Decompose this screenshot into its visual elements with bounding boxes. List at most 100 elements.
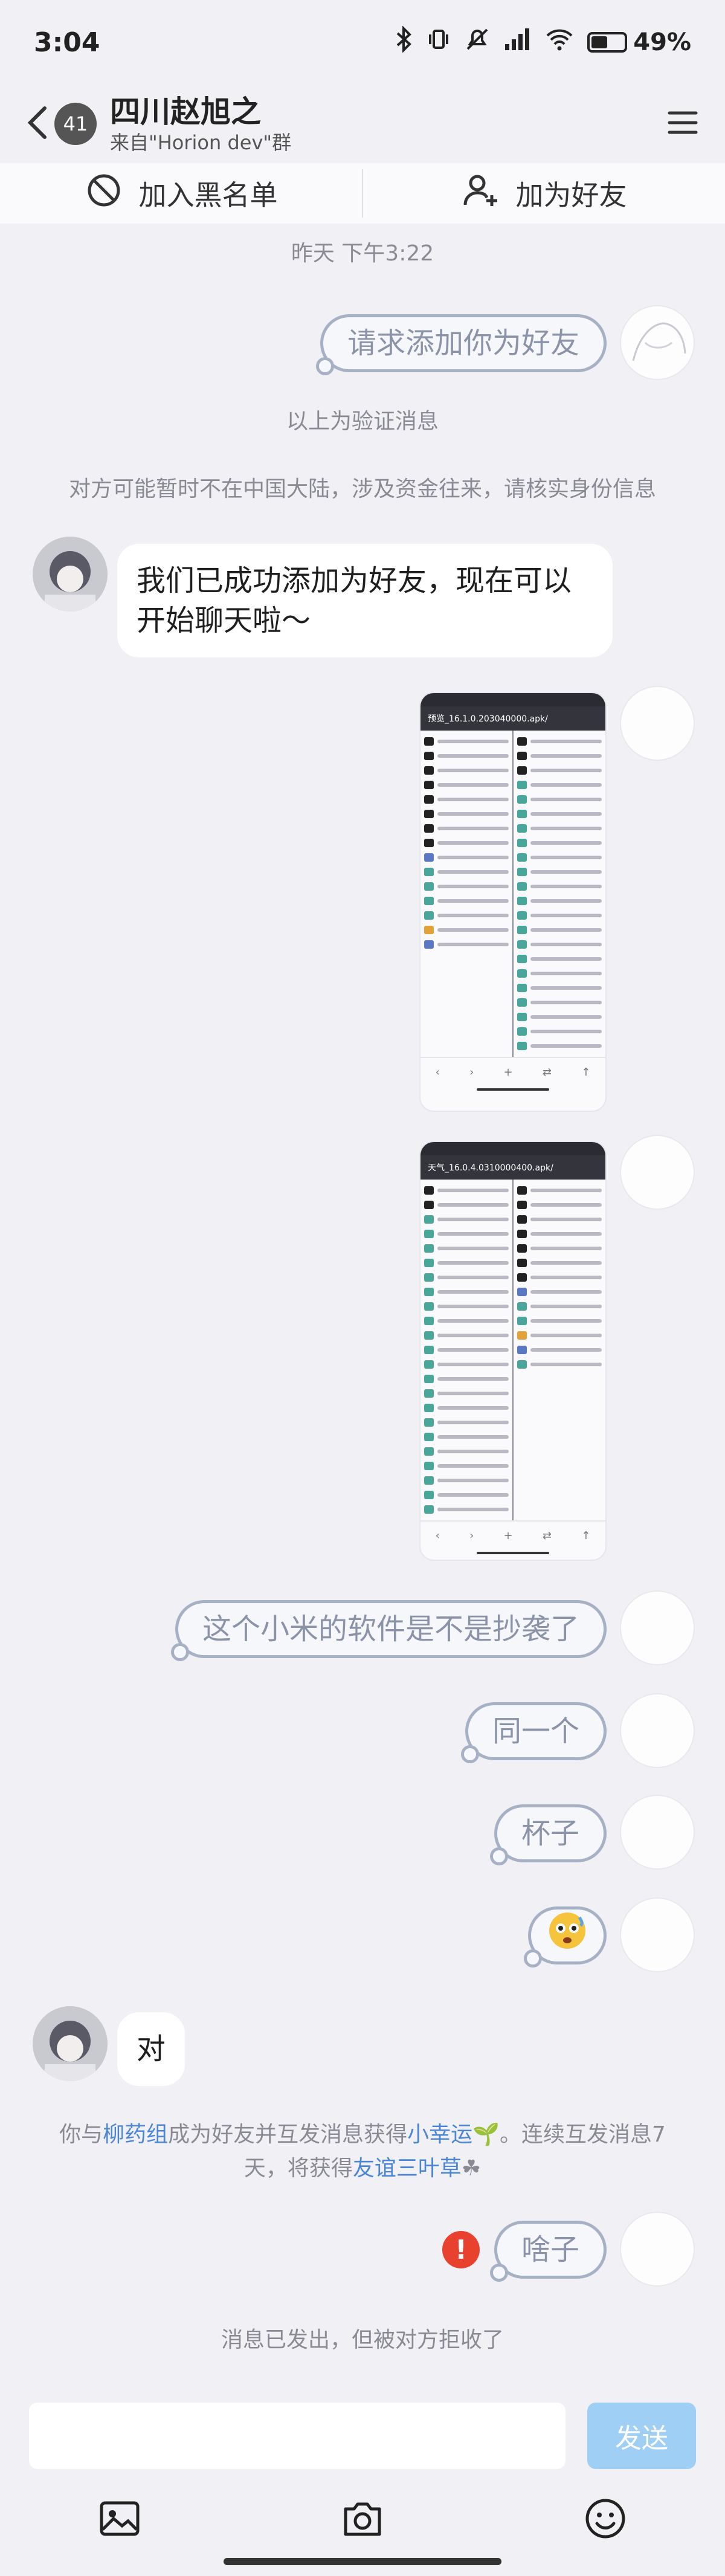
file-row — [424, 763, 509, 778]
my-avatar[interactable] — [620, 305, 695, 380]
file-row — [517, 923, 602, 937]
file-icon — [517, 781, 527, 789]
image-message-2[interactable]: 天气_16.0.4.0310000400.apk/ ‹ › + ⇄ ↑ — [419, 1141, 607, 1561]
mute-icon — [464, 26, 491, 59]
friend-name-link[interactable]: 柳药组 — [103, 2122, 168, 2147]
file-row — [424, 734, 509, 749]
file-icon — [517, 1027, 527, 1036]
file-row — [424, 1328, 509, 1343]
file-row — [517, 792, 602, 807]
block-icon — [85, 171, 123, 216]
file-icon — [424, 1491, 434, 1499]
menu-button[interactable] — [665, 105, 701, 143]
file-row — [424, 1372, 509, 1386]
send-button[interactable]: 发送 — [587, 2403, 696, 2469]
file-icon — [424, 1360, 434, 1369]
file-icon — [517, 1317, 527, 1325]
file-row — [424, 1256, 509, 1270]
file-row — [424, 1198, 509, 1212]
message-bubble-reply[interactable]: 对 — [117, 2012, 185, 2086]
file-icon — [424, 1505, 434, 1514]
block-button[interactable]: 加入黑名单 — [0, 163, 362, 224]
unread-badge: 41 — [54, 103, 97, 145]
file-row — [517, 850, 602, 865]
message-bubble-cup[interactable]: 杯子 — [489, 1804, 607, 1865]
message-bubble-welcome[interactable]: 我们已成功添加为好友，现在可以开始聊天啦～ — [117, 544, 613, 657]
file-icon — [424, 1259, 434, 1267]
contact-avatar[interactable] — [33, 2006, 108, 2081]
lucky-link[interactable]: 小幸运 — [407, 2122, 472, 2147]
chat-area[interactable]: 昨天 下午3:22 请求添加你为好友 以上为验证消息 对方可能暂时不在中国大陆，… — [0, 224, 725, 2381]
my-avatar[interactable] — [620, 1795, 695, 1870]
image-icon[interactable] — [97, 2496, 143, 2544]
file-icon — [517, 998, 527, 1007]
add-friend-button[interactable]: 加为好友 — [363, 163, 725, 224]
my-avatar[interactable] — [620, 2212, 695, 2287]
file-icon — [517, 940, 527, 949]
file-row — [517, 1270, 602, 1285]
file-icon — [517, 1042, 527, 1050]
message-text: 这个小米的软件是不是抄袭了 — [202, 1612, 579, 1646]
file-icon — [424, 940, 434, 949]
file-icon — [517, 868, 527, 876]
file-row — [424, 1415, 509, 1430]
file-row — [517, 1039, 602, 1053]
file-icon — [424, 795, 434, 804]
image-toolbar: ‹ › + ⇄ ↑ — [420, 1520, 605, 1549]
flushed-emoji-icon — [546, 1909, 589, 1963]
error-icon[interactable]: ! — [442, 2231, 480, 2268]
file-icon — [424, 882, 434, 891]
file-row — [424, 879, 509, 894]
message-bubble-what[interactable]: 啥子 — [489, 2221, 607, 2282]
file-icon — [517, 882, 527, 891]
bubble-tail — [489, 2264, 508, 2282]
file-row — [517, 1314, 602, 1328]
file-icon — [517, 839, 527, 847]
file-row — [424, 937, 509, 952]
image-toolbar: ‹ › + ⇄ ↑ — [420, 1057, 605, 1086]
my-avatar[interactable] — [620, 1693, 695, 1768]
contact-avatar[interactable] — [33, 537, 108, 612]
file-row — [424, 1357, 509, 1372]
message-text: 对 — [137, 2032, 166, 2066]
image-message-1[interactable]: 预览_16.1.0.203040000.apk/ ‹ › + ⇄ ↑ — [419, 692, 607, 1112]
my-avatar[interactable] — [620, 1590, 695, 1665]
file-row — [424, 850, 509, 865]
file-row — [424, 1270, 509, 1285]
file-icon — [424, 1404, 434, 1412]
emoji-icon[interactable] — [582, 2496, 628, 2544]
file-row — [517, 981, 602, 995]
clover-link[interactable]: 友谊三叶草 — [353, 2156, 462, 2181]
camera-icon[interactable] — [340, 2496, 385, 2544]
action-bar: 加入黑名单 加为好友 — [0, 163, 725, 224]
message-bubble-request[interactable]: 请求添加你为好友 — [315, 314, 607, 375]
file-icon — [424, 1244, 434, 1253]
file-row — [517, 1183, 602, 1198]
message-bubble-copy[interactable]: 这个小米的软件是不是抄袭了 — [170, 1600, 607, 1661]
file-row — [424, 1227, 509, 1241]
back-button[interactable]: 41 — [24, 103, 97, 145]
file-icon — [517, 1215, 527, 1224]
hamburger-icon — [665, 111, 701, 143]
file-row — [517, 749, 602, 763]
status-time: 3:04 — [34, 27, 100, 58]
my-avatar[interactable] — [620, 686, 695, 761]
file-row — [424, 836, 509, 850]
my-avatar[interactable] — [620, 1135, 695, 1210]
file-icon — [517, 853, 527, 862]
file-icon — [424, 1462, 434, 1470]
my-avatar[interactable] — [620, 1897, 695, 1972]
file-icon — [424, 1476, 434, 1485]
input-tools — [0, 2490, 725, 2550]
file-row — [517, 995, 602, 1010]
file-row — [424, 894, 509, 908]
message-input[interactable] — [29, 2403, 566, 2469]
message-bubble-emoji[interactable] — [524, 1906, 607, 1968]
message-bubble-same[interactable]: 同一个 — [460, 1702, 607, 1763]
file-row — [517, 952, 602, 966]
file-icon — [517, 969, 527, 978]
file-row — [517, 865, 602, 879]
file-icon — [517, 1288, 527, 1296]
friendship-notice: 你与柳药组成为好友并互发消息获得小幸运🌱。连续互发消息7天，将获得友谊三叶草☘ — [36, 2118, 689, 2186]
battery-percent: 49% — [633, 28, 691, 56]
